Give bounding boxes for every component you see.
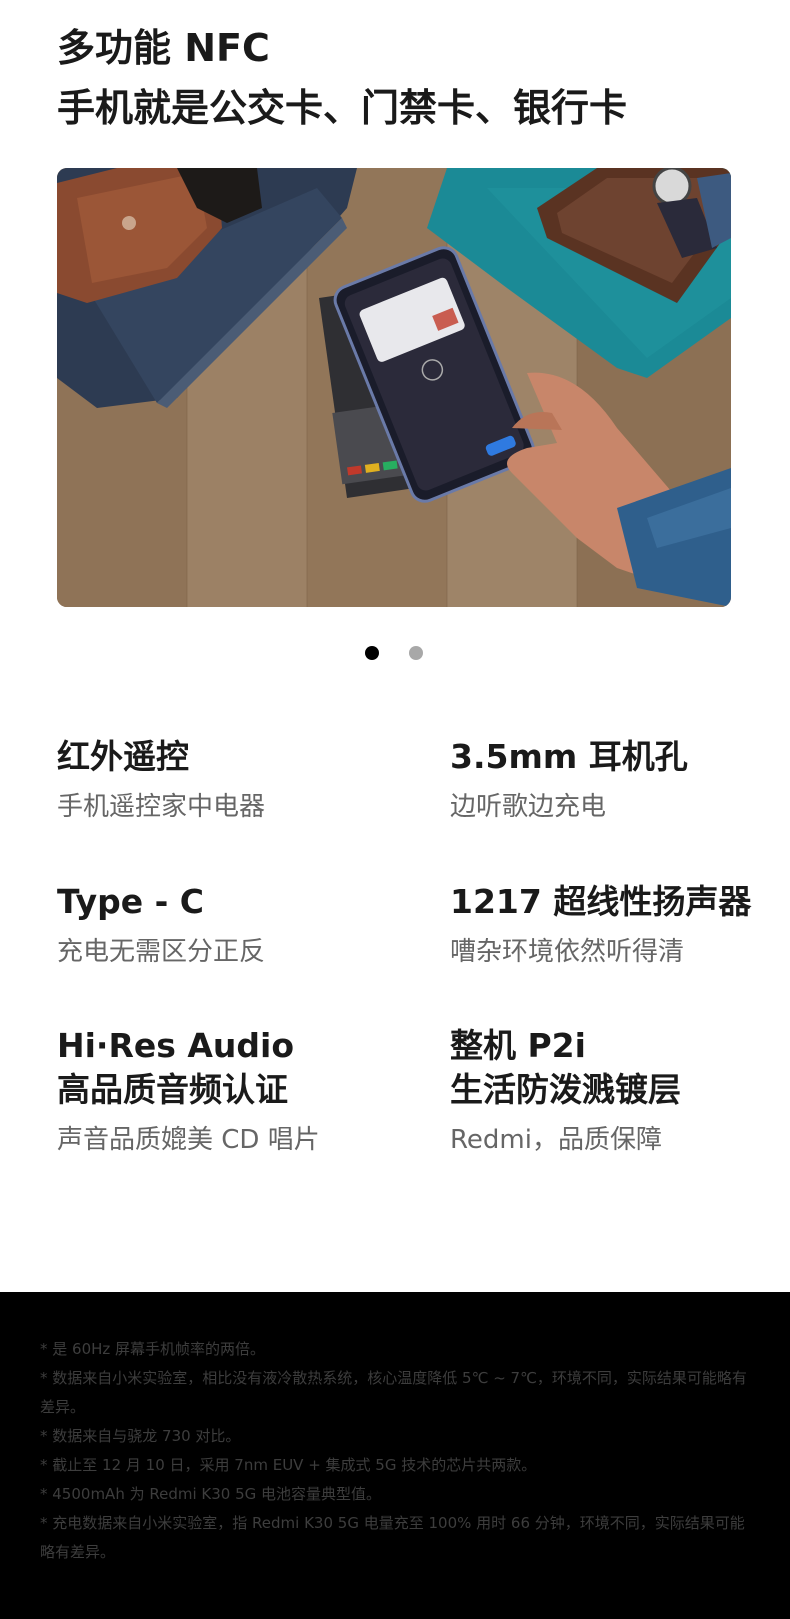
feature-description: 嘈杂环境依然听得清 [450, 937, 685, 967]
feature-title-line-2: 生活防泼溅镀层 [450, 1070, 681, 1109]
feature-title-line-2: 高品质音频认证 [57, 1070, 288, 1109]
feature-description: 充电无需区分正反 [57, 937, 266, 967]
feature-title: 整机 P2i 生活防泼溅镀层 [450, 1024, 790, 1112]
footnote-list: * 是 60Hz 屏幕手机帧率的两倍。 * 数据来自小米实验室，相比没有液冷散热… [40, 1335, 750, 1567]
footnote-item: * 是 60Hz 屏幕手机帧率的两倍。 [40, 1340, 266, 1358]
carousel-dot-2[interactable] [409, 646, 423, 660]
feature-description: Redmi，品质保障 [450, 1125, 662, 1155]
footnote-item: * 4500mAh 为 Redmi K30 5G 电池容量典型值。 [40, 1485, 382, 1503]
footnote-item: * 充电数据来自小米实验室，指 Redmi K30 5G 电量充至 100% 用… [40, 1514, 745, 1561]
feature-headphone-jack: 3.5mm 耳机孔 边听歌边充电 [450, 735, 790, 827]
hero-title: 多功能 NFC 手机就是公交卡、门禁卡、银行卡 [57, 18, 757, 138]
hero-title-line-1: 多功能 NFC [57, 26, 270, 70]
feature-description: 声音品质媲美 CD 唱片 [57, 1125, 320, 1155]
feature-p2i-coating: 整机 P2i 生活防泼溅镀层 Redmi，品质保障 [450, 1024, 790, 1160]
footnote-item: * 截止至 12 月 10 日，采用 7nm EUV + 集成式 5G 技术的芯… [40, 1456, 537, 1474]
feature-speaker: 1217 超线性扬声器 嘈杂环境依然听得清 [450, 880, 790, 972]
feature-title: Type - C [57, 882, 205, 921]
feature-title-line-1: Hi·Res Audio [57, 1026, 295, 1065]
feature-title: 3.5mm 耳机孔 [450, 737, 688, 776]
feature-title-line-1: 整机 P2i [450, 1026, 586, 1065]
feature-title: 红外遥控 [57, 737, 189, 776]
footnotes-section: * 是 60Hz 屏幕手机帧率的两倍。 * 数据来自小米实验室，相比没有液冷散热… [0, 1292, 790, 1619]
carousel-dot-1[interactable] [365, 646, 379, 660]
feature-infrared-remote: 红外遥控 手机遥控家中电器 [57, 735, 397, 827]
feature-carousel[interactable] [57, 168, 731, 607]
feature-title: Hi·Res Audio 高品质音频认证 [57, 1024, 397, 1112]
feature-hires-audio: Hi·Res Audio 高品质音频认证 声音品质媲美 CD 唱片 [57, 1024, 397, 1160]
nfc-payment-photo-icon [57, 168, 731, 607]
feature-description: 边听歌边充电 [450, 792, 607, 822]
hero-title-line-2: 手机就是公交卡、门禁卡、银行卡 [57, 86, 628, 130]
feature-description: 手机遥控家中电器 [57, 792, 266, 822]
feature-title: 1217 超线性扬声器 [450, 882, 752, 921]
feature-type-c: Type - C 充电无需区分正反 [57, 880, 397, 972]
footnote-item: * 数据来自与骁龙 730 对比。 [40, 1427, 241, 1445]
footnote-item: * 数据来自小米实验室，相比没有液冷散热系统，核心温度降低 5℃ ~ 7℃，环境… [40, 1369, 747, 1416]
